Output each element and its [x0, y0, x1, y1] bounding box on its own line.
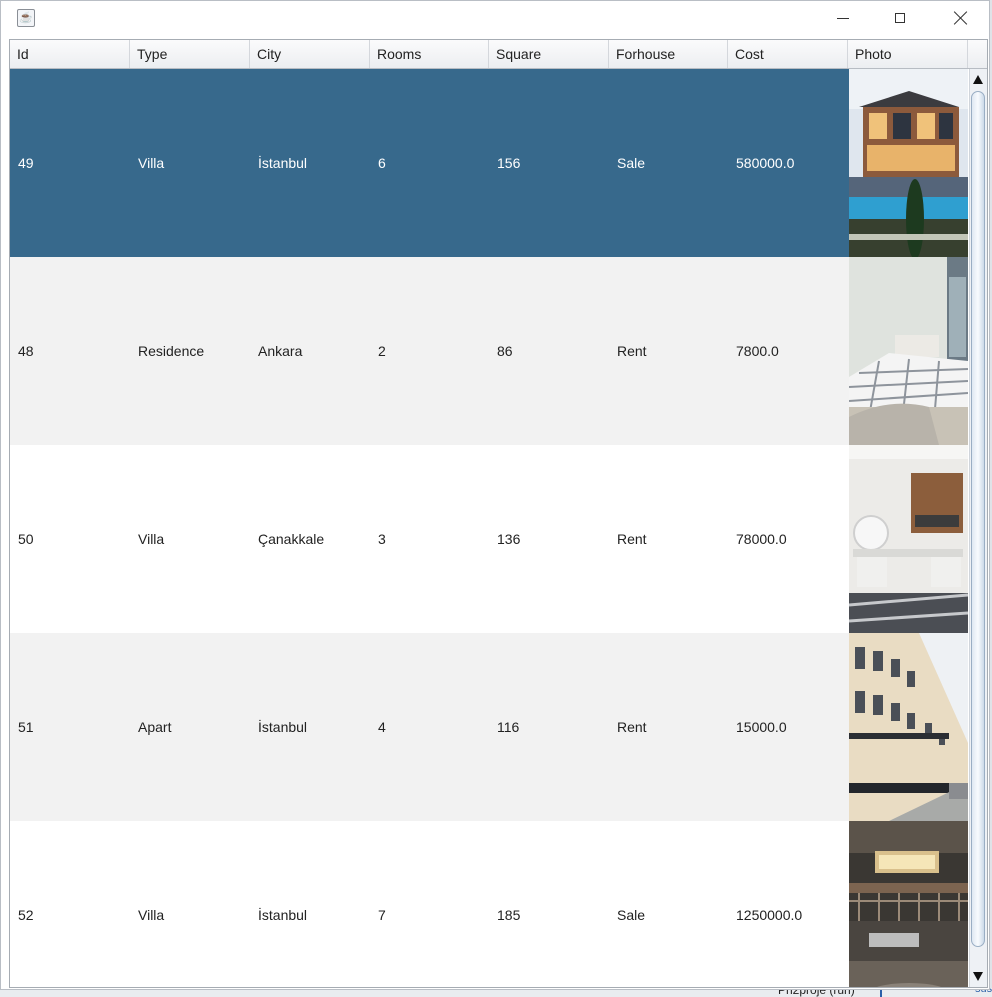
cell-rooms[interactable]: 6: [370, 69, 489, 257]
close-button[interactable]: [931, 1, 989, 37]
cell-id[interactable]: 52: [10, 821, 130, 987]
terraced-street-photo[interactable]: [849, 633, 968, 821]
scroll-down-icon[interactable]: [973, 972, 983, 981]
cell-id[interactable]: 50: [10, 445, 130, 633]
column-header-city[interactable]: City: [250, 40, 370, 68]
cell-forhouse[interactable]: Sale: [609, 821, 728, 987]
dressing-room-photo[interactable]: [849, 445, 968, 633]
cell-square[interactable]: 86: [489, 257, 609, 445]
bedroom-photo[interactable]: [849, 257, 968, 445]
cell-forhouse[interactable]: Sale: [609, 69, 728, 257]
cell-rooms[interactable]: 7: [370, 821, 489, 987]
cell-cost[interactable]: 15000.0: [728, 633, 849, 821]
cell-rooms[interactable]: 2: [370, 257, 489, 445]
cell-rooms[interactable]: 3: [370, 445, 489, 633]
cell-forhouse[interactable]: Rent: [609, 445, 728, 633]
cell-rooms[interactable]: 4: [370, 633, 489, 821]
cell-city[interactable]: İstanbul: [250, 69, 370, 257]
cell-cost[interactable]: 7800.0: [728, 257, 849, 445]
cell-city[interactable]: İstanbul: [250, 821, 370, 987]
table-header: Id Type City Rooms Square Forhouse Cost …: [10, 40, 987, 69]
close-icon: [953, 10, 969, 26]
cell-square[interactable]: 156: [489, 69, 609, 257]
cell-type[interactable]: Villa: [130, 821, 250, 987]
cell-type[interactable]: Apart: [130, 633, 250, 821]
table-row[interactable]: 48 Residence Ankara 2 86 Rent 7800.0: [10, 257, 849, 445]
column-header-forhouse[interactable]: Forhouse: [609, 40, 728, 68]
title-bar[interactable]: ☕: [1, 1, 989, 37]
cell-city[interactable]: İstanbul: [250, 633, 370, 821]
table-row[interactable]: 50 Villa Çanakkale 3 136 Rent 78000.0: [10, 445, 849, 633]
scrollbar-thumb[interactable]: [971, 91, 985, 947]
app-window: ☕ Id Type City Rooms Square Forhouse Cos…: [0, 0, 990, 990]
java-cup-icon: ☕: [17, 9, 35, 27]
cell-square[interactable]: 185: [489, 821, 609, 987]
cell-forhouse[interactable]: Rent: [609, 633, 728, 821]
cell-cost[interactable]: 580000.0: [728, 69, 849, 257]
minimize-button[interactable]: [813, 1, 871, 37]
column-header-rooms[interactable]: Rooms: [370, 40, 489, 68]
cell-id[interactable]: 49: [10, 69, 130, 257]
modern-interior-photo[interactable]: [849, 821, 968, 987]
column-header-square[interactable]: Square: [489, 40, 609, 68]
cell-city[interactable]: Çanakkale: [250, 445, 370, 633]
table-row[interactable]: 52 Villa İstanbul 7 185 Sale 1250000.0: [10, 821, 849, 987]
cell-id[interactable]: 48: [10, 257, 130, 445]
cell-type[interactable]: Residence: [130, 257, 250, 445]
cell-type[interactable]: Villa: [130, 445, 250, 633]
column-header-cost[interactable]: Cost: [728, 40, 848, 68]
cell-city[interactable]: Ankara: [250, 257, 370, 445]
maximize-button[interactable]: [871, 1, 929, 37]
minimize-icon: [837, 18, 849, 19]
cell-cost[interactable]: 78000.0: [728, 445, 849, 633]
cell-id[interactable]: 51: [10, 633, 130, 821]
maximize-icon: [895, 13, 905, 23]
column-header-id[interactable]: Id: [10, 40, 130, 68]
table-scroll-pane: Id Type City Rooms Square Forhouse Cost …: [9, 39, 988, 988]
cell-square[interactable]: 116: [489, 633, 609, 821]
table-row[interactable]: 51 Apart İstanbul 4 116 Rent 15000.0: [10, 633, 849, 821]
cell-type[interactable]: Villa: [130, 69, 250, 257]
vertical-scrollbar[interactable]: [969, 69, 987, 987]
scroll-up-icon[interactable]: [973, 75, 983, 84]
villa-exterior-photo[interactable]: [849, 69, 968, 257]
column-header-type[interactable]: Type: [130, 40, 250, 68]
column-header-photo[interactable]: Photo: [848, 40, 968, 68]
table-row[interactable]: 49 Villa İstanbul 6 156 Sale 580000.0: [10, 69, 849, 257]
cell-forhouse[interactable]: Rent: [609, 257, 728, 445]
cell-cost[interactable]: 1250000.0: [728, 821, 849, 987]
cell-square[interactable]: 136: [489, 445, 609, 633]
